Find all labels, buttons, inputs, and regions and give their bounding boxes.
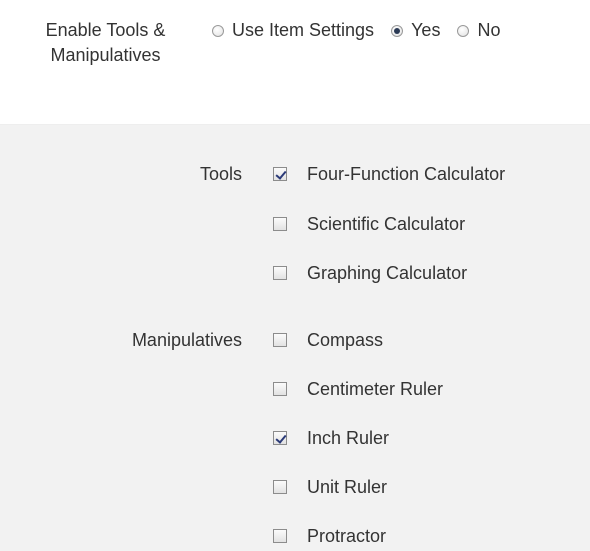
radio-no[interactable]: No bbox=[457, 18, 500, 43]
radio-no-label: No bbox=[477, 20, 501, 40]
four-function-calculator-label[interactable]: Four-Function Calculator bbox=[307, 159, 505, 189]
tools-label: Tools bbox=[199, 164, 242, 184]
checkbox-inch-ruler[interactable] bbox=[273, 431, 287, 445]
enable-tools-radio-group: Use Item Settings Yes No bbox=[212, 18, 590, 43]
tool-row-four-function-calculator: Tools Four-Function Calculator bbox=[0, 159, 590, 189]
radio-yes-indicator[interactable] bbox=[391, 24, 404, 37]
manipulative-row-centimeter-ruler: Centimeter Ruler bbox=[0, 374, 590, 404]
checkbox-scientific-calculator[interactable] bbox=[273, 217, 287, 231]
manipulative-row-protractor: Protractor bbox=[0, 521, 590, 551]
radio-use-item-settings-label: Use Item Settings bbox=[232, 20, 375, 40]
radio-use-item-settings-indicator[interactable] bbox=[212, 24, 224, 37]
manipulative-row-unit-ruler: Unit Ruler bbox=[0, 472, 590, 502]
inch-ruler-label[interactable]: Inch Ruler bbox=[307, 423, 389, 453]
unit-ruler-label[interactable]: Unit Ruler bbox=[307, 472, 387, 502]
checkbox-compass[interactable] bbox=[273, 333, 287, 347]
checkbox-four-function-calculator[interactable] bbox=[273, 167, 287, 181]
protractor-label[interactable]: Protractor bbox=[307, 521, 386, 551]
enable-tools-label: Enable Tools & Manipulatives bbox=[18, 18, 193, 68]
tool-row-graphing-calculator: Graphing Calculator bbox=[0, 258, 590, 288]
checkbox-protractor[interactable] bbox=[273, 529, 287, 543]
compass-label[interactable]: Compass bbox=[307, 325, 383, 355]
manipulative-row-inch-ruler: Inch Ruler bbox=[0, 423, 590, 453]
enable-tools-label-line2: Manipulatives bbox=[50, 45, 161, 65]
radio-yes[interactable]: Yes bbox=[391, 18, 440, 43]
radio-yes-label: Yes bbox=[411, 20, 441, 40]
scientific-calculator-label[interactable]: Scientific Calculator bbox=[307, 209, 465, 239]
manipulative-row-compass: Manipulatives Compass bbox=[0, 325, 590, 355]
tools-manipulatives-panel: Tools Four-Function Calculator Scientifi… bbox=[0, 125, 590, 551]
centimeter-ruler-label[interactable]: Centimeter Ruler bbox=[307, 374, 443, 404]
manipulatives-label: Manipulatives bbox=[131, 330, 242, 350]
enable-tools-section: Enable Tools & Manipulatives Use Item Se… bbox=[0, 0, 590, 125]
radio-no-indicator[interactable] bbox=[457, 24, 470, 37]
checkbox-graphing-calculator[interactable] bbox=[273, 266, 287, 280]
checkbox-unit-ruler[interactable] bbox=[273, 480, 287, 494]
enable-tools-label-line1: Enable Tools & bbox=[45, 20, 166, 40]
checkbox-centimeter-ruler[interactable] bbox=[273, 382, 287, 396]
graphing-calculator-label[interactable]: Graphing Calculator bbox=[307, 258, 467, 288]
tool-row-scientific-calculator: Scientific Calculator bbox=[0, 209, 590, 239]
radio-use-item-settings[interactable]: Use Item Settings bbox=[212, 18, 374, 43]
